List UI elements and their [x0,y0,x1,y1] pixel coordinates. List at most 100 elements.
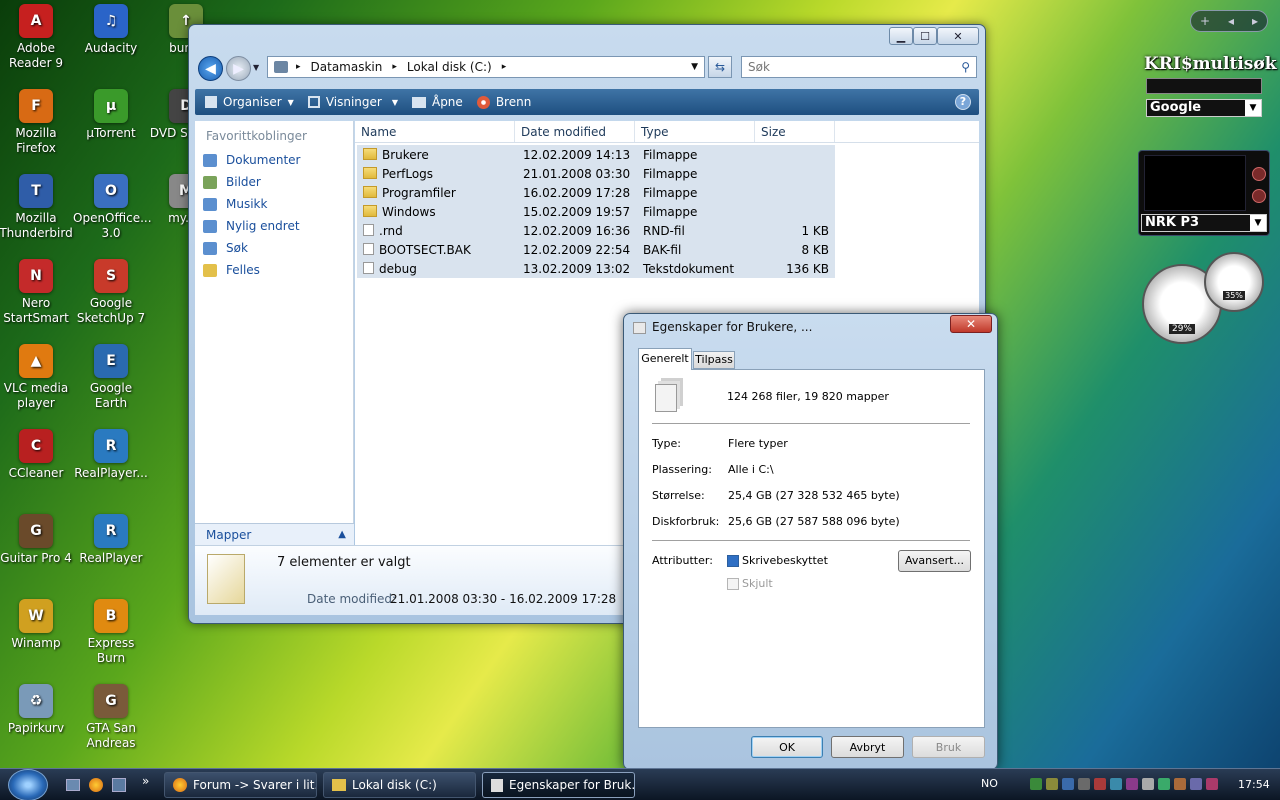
tray-icon[interactable] [1046,778,1058,790]
breadcrumb-sep-icon[interactable]: ▸ [392,62,397,72]
organize-button[interactable]: Organiser ▼ [205,95,294,109]
file-row[interactable]: .rnd 12.02.2009 16:36 RND-fil 1 KB [357,221,835,240]
file-row[interactable]: BOOTSECT.BAK 12.02.2009 22:54 BAK-fil 8 KB [357,240,835,259]
desktop-icon[interactable]: C CCleaner [0,429,74,481]
desktop-icon[interactable]: ♫ Audacity [73,4,149,56]
task-forum[interactable]: Forum -> Svarer i lit... [164,772,317,798]
desktop-icon[interactable]: S Google SketchUp 7 [73,259,149,326]
nav-item[interactable]: Nylig endret [195,215,353,237]
cancel-button[interactable]: Avbryt [831,736,904,758]
desktop-icon[interactable]: E Google Earth [73,344,149,411]
close-button[interactable]: ✕ [937,27,979,45]
dialog-close-button[interactable]: ✕ [950,315,992,333]
column-type[interactable]: Type [635,121,755,142]
nav-item[interactable]: Dokumenter [195,149,353,171]
tray-icon[interactable] [1190,778,1202,790]
breadcrumb-sep-icon[interactable]: ▸ [296,62,301,72]
show-desktop-icon[interactable] [66,779,80,791]
add-gadget-icon[interactable]: + [1200,14,1210,28]
breadcrumb-computer[interactable]: Datamaskin [311,60,383,74]
hidden-label[interactable]: Skjult [742,577,773,590]
open-button[interactable]: Åpne [411,95,463,109]
tray-icon[interactable] [1094,778,1106,790]
tray-icon[interactable] [1078,778,1090,790]
search-input[interactable]: Søk ⚲ [741,56,977,78]
task-explorer[interactable]: Lokal disk (C:) [323,772,476,798]
next-icon[interactable]: ▸ [1252,14,1258,28]
breadcrumb-local-disk[interactable]: Lokal disk (C:) [407,60,492,74]
tray-icon[interactable] [1110,778,1122,790]
desktop-icon[interactable]: A Adobe Reader 9 [0,4,74,71]
column-size[interactable]: Size [755,121,835,142]
desktop-icon[interactable]: µ µTorrent [73,89,149,141]
quick-launch-more-icon[interactable]: » [142,774,149,788]
desktop-icon[interactable]: R RealPlayer [73,514,149,566]
desktop-icon[interactable]: W Winamp [0,599,74,651]
file-row[interactable]: PerfLogs 21.01.2008 03:30 Filmappe [357,164,835,183]
chevron-up-icon[interactable]: ▲ [338,529,346,540]
help-icon[interactable]: ? [955,94,971,110]
address-bar[interactable]: ▸ Datamaskin ▸ Lokal disk (C:) ▸ ▼ [267,56,705,78]
column-name[interactable]: Name [355,121,515,142]
nav-item[interactable]: Søk [195,237,353,259]
desktop-icon[interactable]: O OpenOffice... 3.0 [73,174,152,241]
desktop-icon[interactable]: F Mozilla Firefox [0,89,74,156]
tray-icon[interactable] [1030,778,1042,790]
chevron-down-icon[interactable]: ▼ [1245,100,1261,116]
forward-button[interactable]: ▶ [226,56,251,81]
tray-icon[interactable] [1126,778,1138,790]
sidebar-control[interactable]: + ◂ ▸ [1190,10,1268,32]
breadcrumb-sep-icon[interactable]: ▸ [502,62,507,72]
desktop-icon[interactable]: ▲ VLC media player [0,344,74,411]
desktop-icon[interactable]: G GTA San Andreas [73,684,149,751]
engine-select[interactable]: Google ▼ [1146,99,1262,117]
switch-windows-icon[interactable] [112,778,126,792]
hidden-checkbox[interactable] [727,578,739,590]
tray-icon[interactable] [1206,778,1218,790]
tab-customize[interactable]: Tilpass [693,351,735,369]
station-select[interactable]: NRK P3 ▼ [1141,214,1267,232]
minimize-button[interactable]: ▁ [889,27,913,45]
readonly-checkbox[interactable] [727,555,739,567]
tray-icon[interactable] [1062,778,1074,790]
file-row[interactable]: Windows 15.02.2009 19:57 Filmappe [357,202,835,221]
firefox-icon[interactable] [89,778,103,792]
desktop-icon[interactable]: T Mozilla Thunderbird [0,174,74,241]
folders-toggle[interactable]: Mapper ▲ [195,523,354,545]
nav-item[interactable]: Musikk [195,193,353,215]
recent-pages-icon[interactable]: ▼ [253,63,259,72]
refresh-button[interactable]: ⇆ [708,56,732,78]
nav-item[interactable]: Felles [195,259,353,281]
tab-general[interactable]: Generelt [638,348,692,370]
tray-icon[interactable] [1158,778,1170,790]
prev-icon[interactable]: ◂ [1228,14,1234,28]
language-indicator[interactable]: NO [981,777,998,790]
file-row[interactable]: debug 13.02.2009 13:02 Tekstdokument 136 KB [357,259,835,278]
readonly-label[interactable]: Skrivebeskyttet [742,554,828,567]
stop-icon[interactable] [1252,167,1266,181]
search-icon[interactable]: ⚲ [961,60,970,74]
column-date[interactable]: Date modified [515,121,635,142]
burn-button[interactable]: Brenn [476,95,531,109]
task-properties[interactable]: Egenskaper for Bruk... [482,772,635,798]
views-button[interactable]: Visninger ▼ [307,95,398,109]
chevron-down-icon[interactable]: ▼ [1250,215,1266,231]
file-row[interactable]: Programfiler 16.02.2009 17:28 Filmappe [357,183,835,202]
maximize-button[interactable]: ☐ [913,27,937,45]
desktop-icon[interactable]: N Nero StartSmart [0,259,74,326]
desktop-icon[interactable]: G Guitar Pro 4 [0,514,74,566]
gadget-search-input[interactable] [1146,78,1262,94]
desktop-icon[interactable]: ♻ Papirkurv [0,684,74,736]
tray-icon[interactable] [1142,778,1154,790]
apply-button[interactable]: Bruk [912,736,985,758]
address-dropdown-icon[interactable]: ▼ [691,62,698,72]
ok-button[interactable]: OK [751,736,823,758]
clock[interactable]: 17:54 [1238,778,1270,791]
start-button[interactable] [8,769,48,800]
desktop-icon[interactable]: R RealPlayer... [73,429,149,481]
tray-icon[interactable] [1174,778,1186,790]
advanced-button[interactable]: Avansert... [898,550,971,572]
desktop-icon[interactable]: B Express Burn [73,599,149,666]
back-button[interactable]: ◀ [198,56,223,81]
play-icon[interactable] [1252,189,1266,203]
